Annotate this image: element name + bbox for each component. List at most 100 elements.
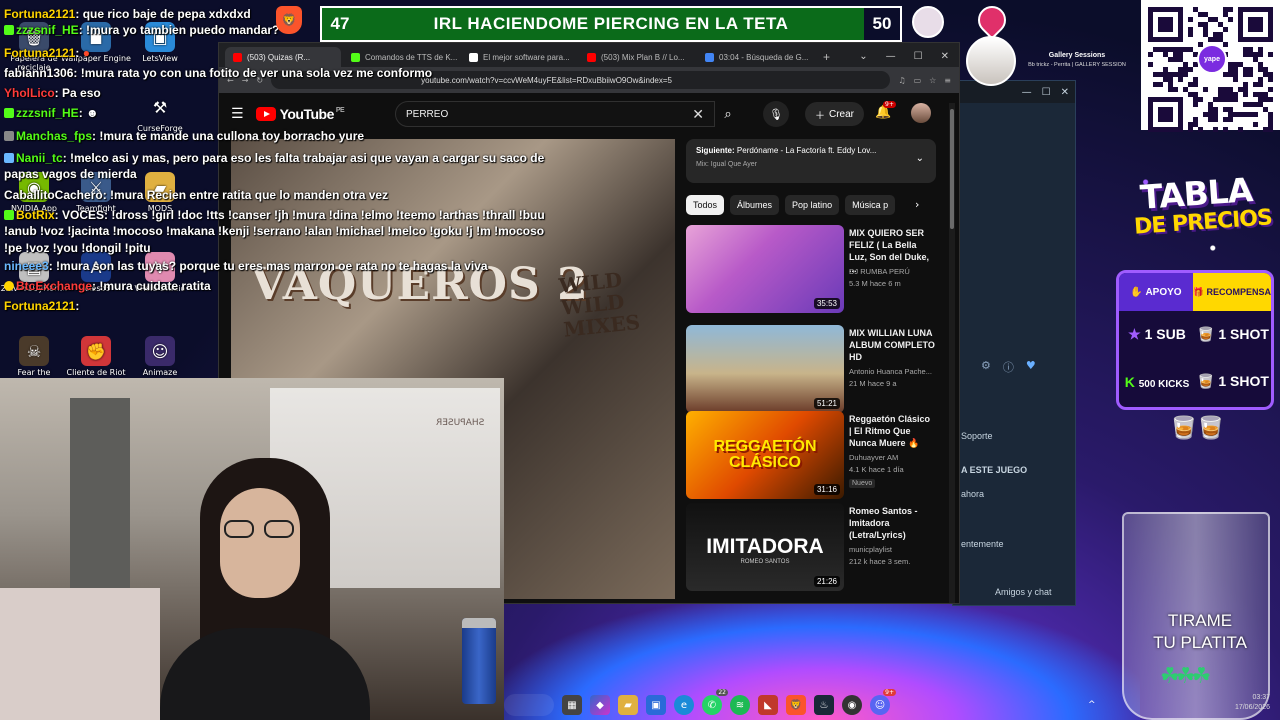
qr-finder xyxy=(1248,17,1263,32)
list-item[interactable]: 51:21 MIX WILLIAN LUNA ALBUM COMPLETO HD… xyxy=(686,325,935,413)
badge-icon xyxy=(4,25,14,36)
chip-pop-latino[interactable]: Pop latino xyxy=(785,195,840,215)
minimize-icon[interactable]: — xyxy=(886,51,896,62)
list-item[interactable]: REGGAETÓN CLÁSICO 31:16 Reggaetón Clásic… xyxy=(686,411,934,499)
drink-can xyxy=(462,618,496,704)
list-item[interactable]: 35:53 MIX QUIERO SER FELIZ ( La Bella Lu… xyxy=(686,225,934,313)
yape-logo: yape xyxy=(1197,44,1227,74)
task-view-icon[interactable]: ▦ xyxy=(562,695,582,715)
desktop-icon-animaze[interactable]: ☺ Animaze xyxy=(122,336,198,377)
webcam-feed: SHAPUSER xyxy=(0,378,504,720)
chip-musica[interactable]: Música p xyxy=(845,195,896,215)
tab-google-search[interactable]: 03:04 - Búsqueda de G... xyxy=(697,47,813,67)
steam-friends-chat[interactable]: Amigos y chat xyxy=(995,587,1052,597)
cam-background-door xyxy=(70,398,130,598)
extension-icon[interactable]: ♫ xyxy=(898,76,905,85)
chat-message: fabiann1306: !mura rata yo con una fotit… xyxy=(4,65,433,80)
brave-taskbar-icon[interactable]: 🦁 xyxy=(786,695,806,715)
system-clock[interactable]: 03:37 17/06/2026 xyxy=(1230,693,1270,713)
whatsapp-badge: 22 xyxy=(716,689,728,696)
chevron-right-icon[interactable]: › xyxy=(915,198,919,211)
scrollbar-thumb[interactable] xyxy=(950,109,954,229)
obs-icon[interactable]: ◉ xyxy=(842,695,862,715)
chat-message: Nanii_tc: !melco asi y mas, pero para es… xyxy=(4,151,545,182)
counter-title: IRL HACIENDOME PIERCING EN LA TETA xyxy=(433,14,789,33)
qr-module xyxy=(1193,102,1198,107)
qr-module xyxy=(1233,77,1238,82)
shot-glasses-icon: 🥃🥃 xyxy=(1170,416,1225,441)
create-button[interactable]: ＋ Crear xyxy=(805,102,865,126)
notifications-button[interactable]: 🔔 9+ xyxy=(875,101,896,120)
heart-icon[interactable]: ♥ xyxy=(1026,359,1036,375)
whatsapp-icon[interactable]: ✆ 22 xyxy=(702,689,728,715)
file-explorer-icon[interactable]: ▰ xyxy=(618,695,638,715)
chip-todos[interactable]: Todos xyxy=(686,195,725,215)
steam-window: — ☐ ✕ ⚙ ⓘ ♥ Soporte A ESTE JUEGO ahora e… xyxy=(952,80,1076,606)
steam-icon[interactable]: ♨ xyxy=(814,695,834,715)
bookmark-icon[interactable]: ☆ xyxy=(929,76,936,85)
new-tab-button[interactable]: + xyxy=(815,47,835,67)
info-icon[interactable]: ⓘ xyxy=(1003,359,1014,375)
qr-module xyxy=(1198,127,1203,132)
chat-message: zzzsnif_HE: ☻ xyxy=(0,105,560,121)
video-thumbnail: REGGAETÓN CLÁSICO 31:16 xyxy=(686,411,844,499)
qr-module xyxy=(1268,87,1273,92)
list-item[interactable]: IMITADORA ROMEO SANTOS 21:26 Romeo Santo… xyxy=(686,503,934,591)
thumbnail-text: IMITADORA xyxy=(706,535,824,558)
maximize-icon[interactable]: ☐ xyxy=(914,51,923,62)
qr-module xyxy=(1268,52,1273,57)
chat-message: CaballitoCachero: !mura Recien entre rat… xyxy=(4,187,389,202)
edge-icon[interactable]: e xyxy=(674,695,694,715)
qr-module xyxy=(1158,82,1163,87)
menu-icon[interactable]: ≡ xyxy=(944,76,951,85)
glasses xyxy=(224,520,298,538)
cover-subtitle: WILD WILD MIXES xyxy=(557,267,642,342)
chevron-down-icon[interactable]: ⌄ xyxy=(859,51,867,62)
clear-search-icon[interactable]: ✕ xyxy=(692,106,704,123)
chat-message: Manchas_fps: !mura te mande una cullona … xyxy=(0,128,560,144)
qr-module xyxy=(1258,52,1263,57)
shot-glass-icon: 🥃 xyxy=(1197,373,1219,389)
badge-circle-icon xyxy=(912,6,944,38)
store-icon[interactable]: ▣ xyxy=(646,695,666,715)
qr-module xyxy=(1148,52,1153,57)
gear-icon[interactable]: ⚙ xyxy=(981,359,991,375)
steam-support-link[interactable]: Soporte xyxy=(961,431,993,441)
search-button[interactable]: ⌕ xyxy=(715,101,741,127)
chip-albumes[interactable]: Álbumes xyxy=(730,195,780,215)
sidebar-icon[interactable]: ▭ xyxy=(914,76,922,85)
copilot-icon[interactable]: ◆ xyxy=(590,695,610,715)
game-icon: ☠ xyxy=(19,336,49,366)
qr-module xyxy=(1203,87,1208,92)
up-next-panel[interactable]: Siguiente: Perdóname - La Factoría ft. E… xyxy=(686,139,936,183)
taskbar-search[interactable] xyxy=(504,694,554,716)
discord-icon[interactable]: ☺ 9+ xyxy=(870,689,896,715)
badge-icon xyxy=(4,209,14,220)
chat-message: Fortuna2121: ● xyxy=(4,45,90,60)
thumbnail-text: REGGAETÓN CLÁSICO xyxy=(713,438,817,471)
scrollbar[interactable] xyxy=(949,103,955,603)
spotify-icon[interactable]: ≋ xyxy=(730,695,750,715)
tab-youtube-mix[interactable]: (503) Mix Plan B // Lo... xyxy=(579,47,695,67)
account-avatar[interactable] xyxy=(911,103,931,123)
thumbnail-subtext: ROMEO SANTOS xyxy=(740,559,790,565)
tray-chevron-up-icon[interactable]: ^ xyxy=(1088,700,1096,710)
qr-module xyxy=(1188,32,1193,37)
app-icon[interactable]: ◣ xyxy=(758,695,778,715)
cam-mirrored-text: SHAPUSER xyxy=(436,418,485,428)
counter-current: 47 xyxy=(330,14,350,33)
close-icon[interactable]: ✕ xyxy=(941,51,949,62)
filter-chips: Todos Álbumes Pop latino Música p xyxy=(686,195,896,215)
qr-module xyxy=(1188,17,1193,22)
yape-qr-code: yape xyxy=(1141,0,1280,132)
tip-cup: TIRAME TU PLATITA ☘☘☘ xyxy=(1122,512,1270,720)
voice-search-button[interactable]: 🎙 xyxy=(763,101,789,127)
qr-module xyxy=(1178,77,1183,82)
chat-message: BtcExchange: !mura cuidate ratita xyxy=(0,278,560,294)
video-thumbnail: IMITADORA ROMEO SANTOS 21:26 xyxy=(686,503,844,591)
google-favicon xyxy=(705,52,714,62)
clover-icon: ☘☘☘ xyxy=(1160,664,1211,689)
price-table: TABLA DE PRECIOS ✋ APOYO 🎁 RECOMPENSA ★ … xyxy=(1112,160,1280,460)
chevron-down-icon[interactable]: ⌄ xyxy=(916,153,924,164)
qr-module xyxy=(1198,97,1203,102)
